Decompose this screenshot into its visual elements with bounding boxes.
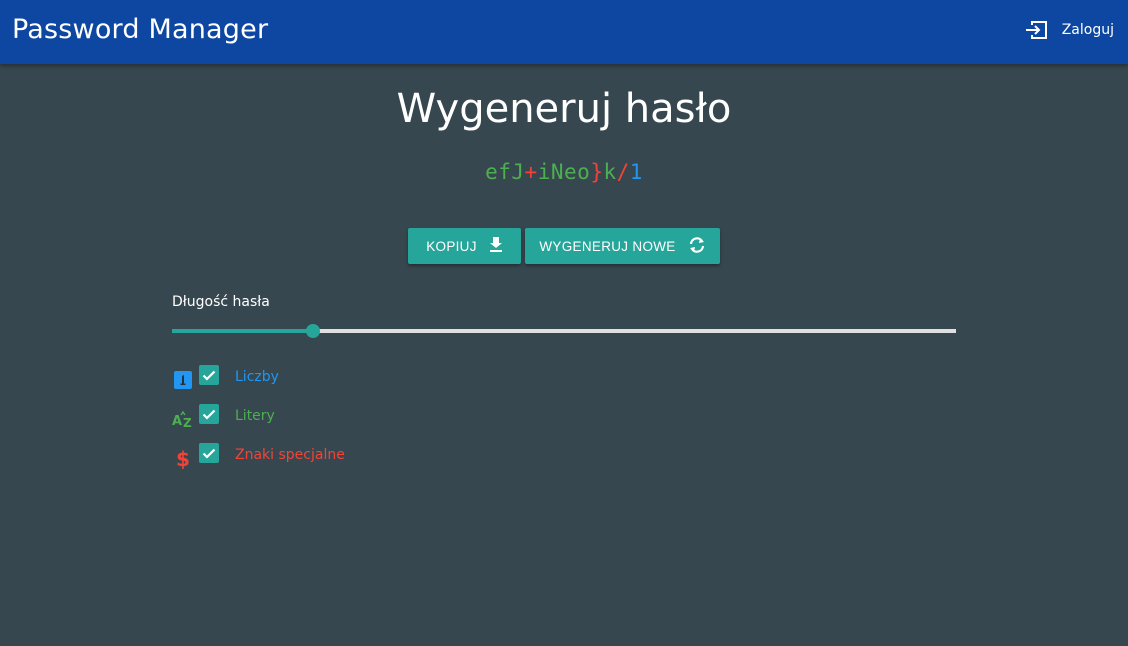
special-checkbox[interactable] bbox=[199, 443, 219, 463]
regenerate-label: Wygeneruj nowe bbox=[539, 238, 676, 254]
password-char: N bbox=[550, 160, 564, 184]
password-char: J bbox=[511, 160, 525, 184]
password-char: e bbox=[485, 160, 499, 184]
slider-fill bbox=[172, 329, 313, 333]
password-char: e bbox=[564, 160, 578, 184]
letters-checkbox[interactable] bbox=[199, 404, 219, 424]
option-special: $ Znaki specjalne bbox=[172, 443, 345, 469]
refresh-icon bbox=[688, 236, 706, 256]
generated-password: efJ+iNeo}k/1 bbox=[0, 160, 1128, 184]
login-label: Zaloguj bbox=[1061, 22, 1114, 38]
length-label: Długość hasła bbox=[172, 294, 270, 310]
regenerate-button[interactable]: Wygeneruj nowe bbox=[525, 228, 720, 264]
option-numbers: Liczby bbox=[172, 365, 279, 389]
svg-text:Z: Z bbox=[183, 416, 192, 429]
download-icon bbox=[489, 237, 503, 255]
special-label[interactable]: Znaki specjalne bbox=[235, 447, 345, 463]
login-icon bbox=[1024, 20, 1048, 40]
numbers-label[interactable]: Liczby bbox=[235, 369, 279, 385]
copy-button[interactable]: Kopiuj bbox=[408, 228, 521, 264]
password-char: + bbox=[524, 160, 538, 184]
password-char: 1 bbox=[629, 160, 643, 184]
app-bar: Password Manager Zaloguj bbox=[0, 0, 1128, 64]
password-char: o bbox=[577, 160, 591, 184]
slider-thumb[interactable] bbox=[306, 324, 320, 338]
length-slider[interactable] bbox=[172, 323, 956, 339]
letters-label[interactable]: Litery bbox=[235, 408, 275, 424]
password-char: f bbox=[498, 160, 512, 184]
password-char: } bbox=[590, 160, 604, 184]
password-char: k bbox=[603, 160, 617, 184]
password-char: / bbox=[616, 160, 630, 184]
password-char: i bbox=[537, 160, 551, 184]
alphabetical-sort-icon: A Z bbox=[172, 409, 194, 429]
numbers-checkbox[interactable] bbox=[199, 365, 219, 385]
option-letters: A Z Litery bbox=[172, 404, 275, 429]
page-title: Wygeneruj hasło bbox=[396, 86, 732, 132]
svg-text:$: $ bbox=[176, 447, 190, 469]
login-button[interactable]: Zaloguj bbox=[1024, 20, 1114, 40]
numeric-1-box-icon bbox=[172, 370, 194, 390]
svg-text:A: A bbox=[172, 414, 182, 429]
app-title: Password Manager bbox=[12, 14, 269, 45]
dollar-sign-icon: $ bbox=[172, 447, 194, 469]
copy-label: Kopiuj bbox=[426, 238, 477, 254]
